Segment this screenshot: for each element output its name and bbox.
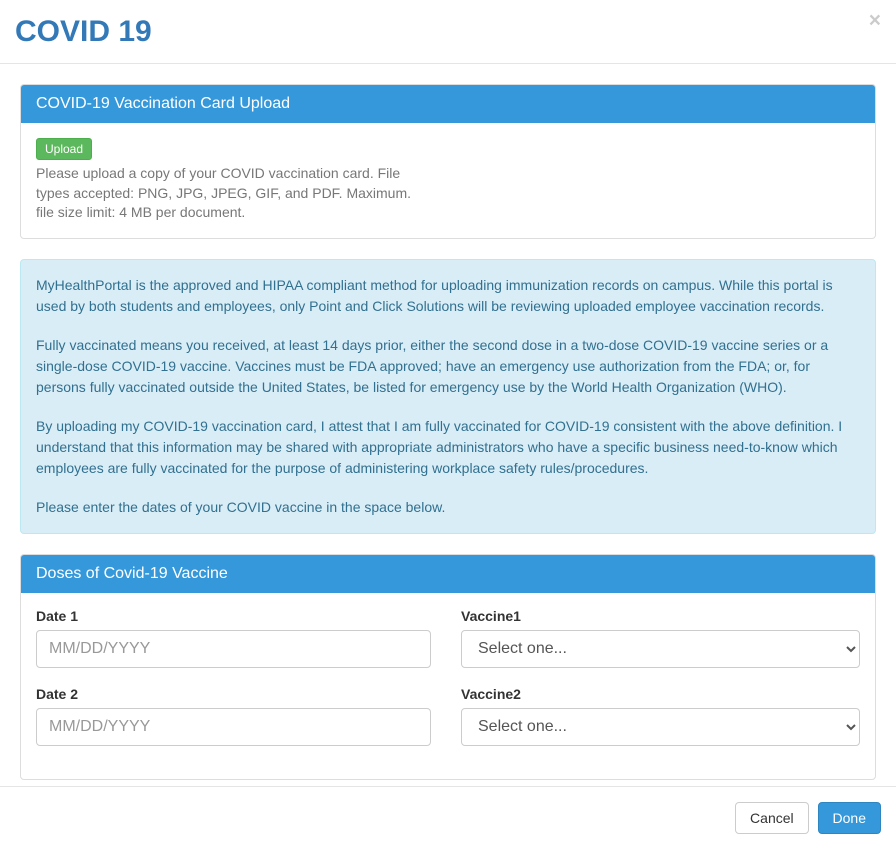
date2-input[interactable] <box>36 708 431 746</box>
page-title: COVID 19 <box>15 15 881 48</box>
done-button[interactable]: Done <box>818 802 881 834</box>
modal-header: COVID 19 × <box>0 0 896 64</box>
doses-panel: Doses of Covid-19 Vaccine Date 1 Vaccine… <box>20 554 876 780</box>
modal-body[interactable]: COVID-19 Vaccination Card Upload Upload … <box>0 64 896 784</box>
doses-panel-body: Date 1 Vaccine1 Select one... Date 2 Vac… <box>21 593 875 779</box>
upload-panel-body: Upload Please upload a copy of your COVI… <box>21 123 875 238</box>
doses-panel-heading: Doses of Covid-19 Vaccine <box>21 555 875 593</box>
info-paragraph: Fully vaccinated means you received, at … <box>36 335 860 398</box>
vaccine2-select[interactable]: Select one... <box>461 708 860 746</box>
cancel-button[interactable]: Cancel <box>735 802 809 834</box>
info-panel: MyHealthPortal is the approved and HIPAA… <box>20 259 876 534</box>
upload-panel: COVID-19 Vaccination Card Upload Upload … <box>20 84 876 239</box>
vaccine1-label: Vaccine1 <box>461 608 860 624</box>
dose-row: Date 1 Vaccine1 Select one... <box>36 608 860 668</box>
info-paragraph: MyHealthPortal is the approved and HIPAA… <box>36 275 860 317</box>
upload-help-line: types accepted: PNG, JPG, JPEG, GIF, and… <box>36 184 416 204</box>
upload-help-line: Please upload a copy of your COVID vacci… <box>36 164 416 184</box>
upload-panel-heading: COVID-19 Vaccination Card Upload <box>21 85 875 123</box>
date1-input[interactable] <box>36 630 431 668</box>
date1-group: Date 1 <box>36 608 431 668</box>
upload-help-text: Please upload a copy of your COVID vacci… <box>36 164 416 223</box>
vaccine1-group: Vaccine1 Select one... <box>461 608 860 668</box>
close-icon[interactable]: × <box>869 10 881 31</box>
vaccine2-label: Vaccine2 <box>461 686 860 702</box>
info-paragraph: Please enter the dates of your COVID vac… <box>36 497 860 518</box>
upload-help-line: file size limit: 4 MB per document. <box>36 203 416 223</box>
modal-footer: Cancel Done <box>0 786 896 849</box>
date1-label: Date 1 <box>36 608 431 624</box>
date2-group: Date 2 <box>36 686 431 746</box>
date2-label: Date 2 <box>36 686 431 702</box>
upload-button[interactable]: Upload <box>36 138 92 160</box>
vaccine2-group: Vaccine2 Select one... <box>461 686 860 746</box>
vaccine1-select[interactable]: Select one... <box>461 630 860 668</box>
dose-row: Date 2 Vaccine2 Select one... <box>36 686 860 746</box>
info-paragraph: By uploading my COVID-19 vaccination car… <box>36 416 860 479</box>
